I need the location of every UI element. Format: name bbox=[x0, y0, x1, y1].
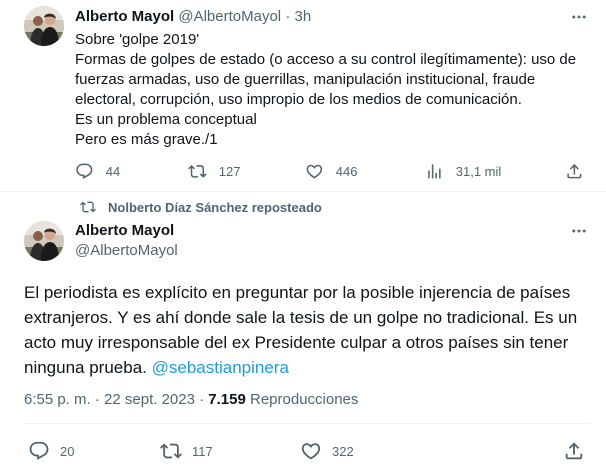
repost-icon bbox=[188, 162, 207, 181]
author-name[interactable]: Alberto Mayol bbox=[75, 221, 174, 241]
reply-button[interactable]: 44 bbox=[75, 162, 120, 181]
reply-icon bbox=[75, 162, 94, 181]
views-count: 31,1 mil bbox=[455, 163, 502, 179]
heart-icon bbox=[300, 440, 322, 462]
more-icon[interactable] bbox=[570, 222, 588, 240]
repost-icon bbox=[80, 199, 96, 215]
repost-context[interactable]: Nolberto Díaz Sánchez reposteado bbox=[80, 199, 322, 215]
tweet-line: extranjeros. Y es ahí donde sale la tesi… bbox=[24, 308, 578, 327]
tweet-line: Pero es más grave./1 bbox=[75, 131, 218, 148]
share-button[interactable] bbox=[563, 440, 585, 462]
repost-count: 117 bbox=[192, 443, 213, 459]
heart-icon bbox=[305, 162, 324, 181]
repost-icon bbox=[160, 440, 182, 462]
repost-button[interactable]: 117 bbox=[160, 440, 213, 462]
author-handle[interactable]: @AlbertoMayol bbox=[178, 8, 281, 25]
tweet-line: El periodista es explícito en preguntar … bbox=[24, 283, 571, 302]
separator: · bbox=[285, 8, 291, 25]
avatar[interactable] bbox=[24, 221, 64, 261]
repost-label: Nolberto Díaz Sánchez reposteado bbox=[108, 199, 322, 215]
repost-button[interactable]: 127 bbox=[188, 162, 240, 181]
tweet-time[interactable]: 3h bbox=[294, 8, 311, 25]
reply-button[interactable]: 20 bbox=[28, 440, 74, 462]
tweet-line: ninguna prueba. bbox=[24, 358, 147, 377]
tweet-line: electoral, corrupción, uso impropio de l… bbox=[75, 91, 522, 108]
tweet-line: Es un problema conceptual bbox=[75, 111, 257, 128]
more-icon[interactable] bbox=[570, 8, 588, 26]
author-name[interactable]: Alberto Mayol bbox=[75, 8, 174, 25]
reply-count: 44 bbox=[105, 163, 121, 179]
like-button[interactable]: 446 bbox=[305, 162, 357, 181]
share-icon bbox=[565, 162, 584, 181]
tweet-meta: 6:55 p. m. · 22 sept. 2023 · 7.159 Repro… bbox=[24, 391, 358, 408]
tweet-text: Sobre 'golpe 2019' Formas de golpes de e… bbox=[75, 30, 595, 150]
repost-count: 127 bbox=[218, 163, 241, 179]
tweet-text: El periodista es explícito en preguntar … bbox=[24, 280, 594, 380]
like-button[interactable]: 322 bbox=[300, 440, 354, 462]
tweet-line-last: ninguna prueba. @sebastianpinera bbox=[24, 355, 594, 380]
author-handle[interactable]: @AlbertoMayol bbox=[75, 241, 178, 261]
analytics-icon bbox=[425, 162, 444, 181]
tweet-actions: 20 117 322 bbox=[0, 440, 606, 464]
tweet-1[interactable]: Alberto Mayol @AlbertoMayol · 3h Sobre '… bbox=[0, 0, 606, 192]
tweet-timestamp[interactable]: 6:55 p. m. · 22 sept. 2023 · bbox=[24, 391, 208, 408]
tweet-actions: 44 127 446 31,1 mil bbox=[0, 162, 606, 182]
views-button[interactable]: 31,1 mil bbox=[425, 162, 501, 181]
like-count: 446 bbox=[335, 163, 358, 179]
views-count: 7.159 bbox=[208, 391, 246, 408]
share-icon bbox=[563, 440, 585, 462]
share-button[interactable] bbox=[565, 162, 584, 181]
reply-icon bbox=[28, 440, 50, 462]
tweet-line: acto muy irresponsable del ex Presidente… bbox=[24, 333, 569, 352]
tweet-header: Alberto Mayol @AlbertoMayol · 3h bbox=[75, 8, 311, 26]
reply-count: 20 bbox=[60, 443, 75, 459]
mention-link[interactable]: @sebastianpinera bbox=[152, 358, 289, 377]
tweet-line: fuerzas armadas, uso de guerrillas, mani… bbox=[75, 71, 536, 88]
tweet-line: Sobre 'golpe 2019' bbox=[75, 31, 200, 48]
bookmark-or-views-button[interactable] bbox=[433, 440, 455, 462]
tweet-line: Formas de golpes de estado (o acceso a s… bbox=[75, 51, 577, 68]
avatar[interactable] bbox=[24, 6, 64, 46]
divider bbox=[24, 423, 590, 424]
like-count: 322 bbox=[332, 443, 354, 459]
views-label: Reproducciones bbox=[245, 391, 359, 408]
